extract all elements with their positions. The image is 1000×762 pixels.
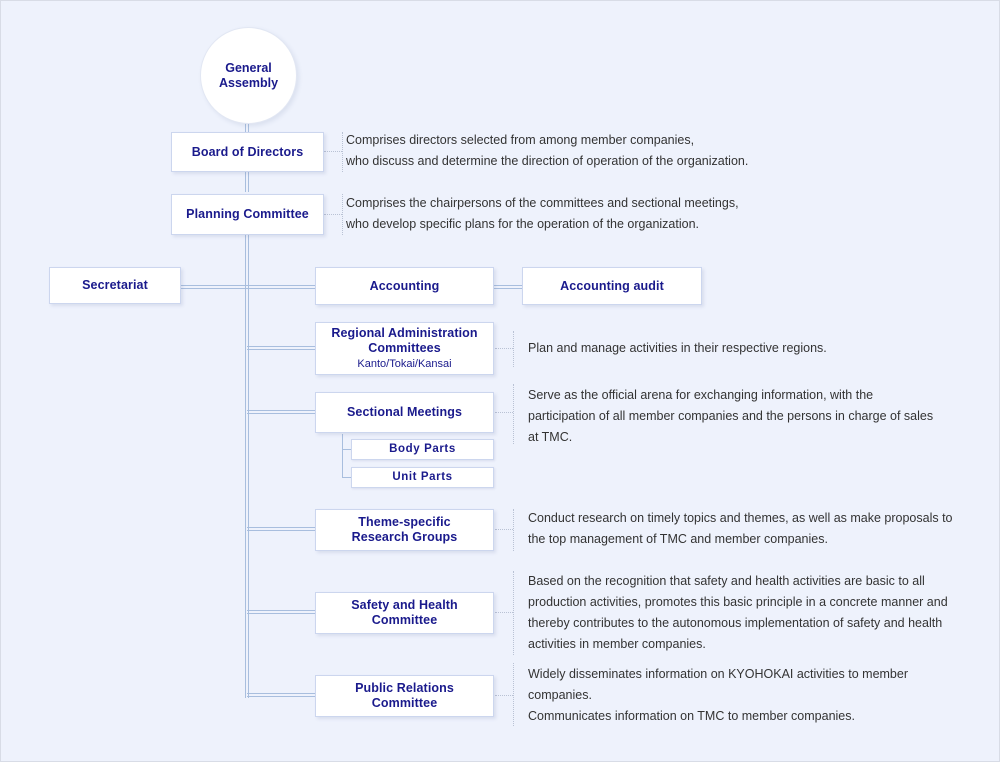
connector-branch-regional — [247, 346, 316, 350]
regional-administration-label-line1: Regional Administration — [331, 326, 478, 340]
theme-specific-label-line2: Research Groups — [351, 530, 458, 544]
leader-rail-planning-committee — [342, 194, 343, 235]
public-relations-desc-line2: companies. — [528, 688, 592, 702]
leader-safety-health — [495, 612, 513, 613]
node-body-parts[interactable]: Body Parts — [351, 439, 494, 460]
description-regional-administration: Plan and manage activities in their resp… — [528, 338, 988, 359]
leader-rail-board-of-directors — [342, 132, 343, 172]
accounting-audit-label: Accounting audit — [560, 278, 664, 293]
theme-specific-desc-line1: Conduct research on timely topics and th… — [528, 511, 953, 525]
organization-chart: General Assembly Board of Directors Plan… — [0, 0, 1000, 762]
leader-rail-sectional-meetings — [513, 384, 514, 444]
leader-rail-public-relations — [513, 663, 514, 726]
public-relations-desc-line3: Communicates information on TMC to membe… — [528, 709, 855, 723]
node-accounting-audit[interactable]: Accounting audit — [522, 267, 702, 305]
connector-sub-unit-parts — [342, 477, 351, 478]
planning-committee-desc-line1: Comprises the chairpersons of the commit… — [346, 196, 739, 210]
description-planning-committee: Comprises the chairpersons of the commit… — [346, 193, 986, 235]
description-board-of-directors: Comprises directors selected from among … — [346, 130, 986, 172]
public-relations-desc-line1: Widely disseminates information on KYOHO… — [528, 667, 908, 681]
connector-branch-sectional — [247, 410, 316, 414]
board-of-directors-desc-line2: who discuss and determine the direction … — [346, 154, 749, 168]
unit-parts-label: Unit Parts — [392, 471, 453, 483]
leader-board-of-directors — [324, 151, 342, 152]
safety-health-desc-line2: production activities, promotes this bas… — [528, 595, 948, 609]
theme-specific-desc-line2: the top management of TMC and member com… — [528, 532, 828, 546]
theme-specific-label-line1: Theme-specific — [358, 515, 451, 529]
safety-health-label-line2: Committee — [371, 613, 438, 627]
regional-administration-label-line2: Committees — [368, 341, 441, 355]
regional-administration-desc-line1: Plan and manage activities in their resp… — [528, 341, 827, 355]
sectional-meetings-label: Sectional Meetings — [346, 405, 463, 419]
connector-sub-body-parts — [342, 449, 351, 450]
node-general-assembly[interactable]: General Assembly — [200, 27, 297, 124]
sectional-meetings-desc-line2: participation of all member companies an… — [528, 409, 934, 423]
secretariat-label: Secretariat — [82, 278, 148, 292]
accounting-label: Accounting — [369, 278, 440, 293]
connector-secretariat-accounting — [180, 285, 316, 289]
general-assembly-label: General Assembly — [218, 60, 279, 90]
sectional-meetings-desc-line3: at TMC. — [528, 430, 573, 444]
leader-planning-committee — [324, 214, 342, 215]
node-secretariat[interactable]: Secretariat — [49, 267, 181, 304]
node-safety-and-health-committee[interactable]: Safety and Health Committee — [315, 592, 494, 634]
connector-sub-bracket-vertical — [342, 434, 343, 478]
description-theme-specific: Conduct research on timely topics and th… — [528, 508, 990, 550]
leader-rail-regional-administration — [513, 331, 514, 367]
sectional-meetings-desc-line1: Serve as the official arena for exchangi… — [528, 388, 874, 402]
body-parts-label: Body Parts — [389, 443, 456, 455]
board-of-directors-desc-line1: Comprises directors selected from among … — [346, 133, 695, 147]
board-of-directors-label: Board of Directors — [191, 144, 304, 159]
safety-health-label-line1: Safety and Health — [351, 598, 458, 612]
connector-trunk-board-planning — [245, 172, 249, 192]
node-board-of-directors[interactable]: Board of Directors — [171, 132, 324, 172]
safety-health-desc-line3: thereby contributes to the autonomous im… — [528, 616, 943, 630]
description-sectional-meetings: Serve as the official arena for exchangi… — [528, 385, 990, 448]
regional-administration-sublabel: Kanto/Tokai/Kansai — [357, 358, 452, 370]
node-regional-administration-committees[interactable]: Regional Administration Committees Kanto… — [315, 322, 494, 375]
connector-branch-theme — [247, 527, 316, 531]
connector-branch-safety — [247, 610, 316, 614]
node-theme-specific-research-groups[interactable]: Theme-specific Research Groups — [315, 509, 494, 551]
node-accounting[interactable]: Accounting — [315, 267, 494, 305]
leader-rail-safety-health — [513, 571, 514, 655]
safety-health-desc-line4: activities in member companies. — [528, 637, 706, 651]
description-public-relations: Widely disseminates information on KYOHO… — [528, 664, 990, 727]
description-safety-health: Based on the recognition that safety and… — [528, 571, 990, 655]
node-sectional-meetings[interactable]: Sectional Meetings — [315, 392, 494, 433]
node-public-relations-committee[interactable]: Public Relations Committee — [315, 675, 494, 717]
node-planning-committee[interactable]: Planning Committee — [171, 194, 324, 235]
planning-committee-desc-line2: who develop specific plans for the opera… — [346, 217, 700, 231]
public-relations-label-line2: Committee — [371, 696, 438, 710]
leader-rail-theme-specific — [513, 509, 514, 551]
connector-branch-public-relations — [247, 693, 316, 697]
node-unit-parts[interactable]: Unit Parts — [351, 467, 494, 488]
leader-public-relations — [495, 695, 513, 696]
public-relations-label-line1: Public Relations — [355, 681, 454, 695]
leader-sectional-meetings — [495, 412, 513, 413]
safety-health-desc-line1: Based on the recognition that safety and… — [528, 574, 925, 588]
leader-theme-specific — [495, 529, 513, 530]
leader-regional-administration — [495, 348, 513, 349]
planning-committee-label: Planning Committee — [186, 207, 309, 221]
connector-accounting-audit — [493, 285, 523, 289]
